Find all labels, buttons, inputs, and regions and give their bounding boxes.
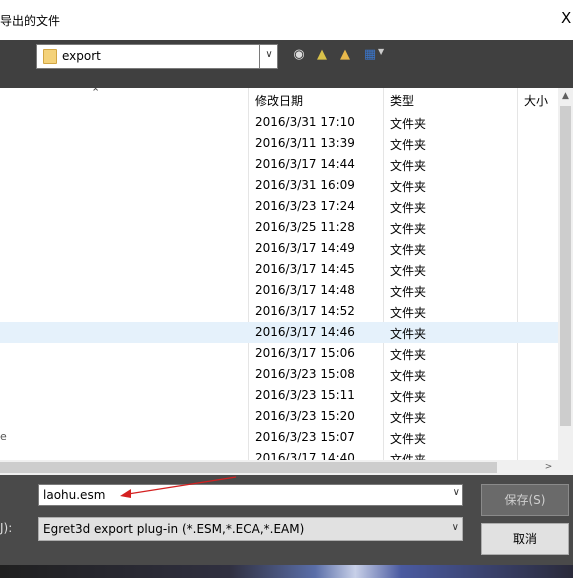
background-artwork bbox=[0, 565, 573, 578]
date-modified-cell: 2016/3/17 14:46 bbox=[255, 325, 355, 339]
view-dropdown-arrow-icon[interactable]: ▼ bbox=[378, 47, 384, 56]
list-item[interactable]: 2016/3/31 16:09 文件夹 bbox=[0, 175, 558, 196]
close-icon[interactable]: X bbox=[561, 10, 573, 26]
chevron-down-icon[interactable]: ∨ bbox=[262, 49, 276, 60]
truncated-name-fragment: e bbox=[0, 430, 7, 443]
date-modified-cell: 2016/3/17 14:49 bbox=[255, 241, 355, 255]
list-item[interactable]: 2016/3/31 17:10 文件夹 bbox=[0, 112, 558, 133]
type-cell: 文件夹 bbox=[390, 369, 427, 383]
date-modified-cell: 2016/3/25 11:28 bbox=[255, 220, 355, 234]
file-list[interactable]: ⌃ 修改日期 类型 大小 2016/3/31 17:10 文件夹 2016/3/11… bbox=[0, 88, 558, 460]
folder-icon bbox=[43, 49, 57, 64]
dialog-title: 导出的文件 bbox=[0, 14, 61, 28]
date-modified-cell: 2016/3/17 14:44 bbox=[255, 157, 355, 171]
cancel-button[interactable]: 取消 bbox=[481, 523, 569, 555]
type-cell: 文件夹 bbox=[390, 285, 427, 299]
save-in-value: export bbox=[62, 49, 101, 63]
scroll-right-icon[interactable]: > bbox=[541, 460, 556, 475]
list-item[interactable]: 2016/3/17 14:44 文件夹 bbox=[0, 154, 558, 175]
filename-input[interactable]: laohu.esm ∨ bbox=[38, 484, 463, 506]
date-modified-cell: 2016/3/11 13:39 bbox=[255, 136, 355, 150]
save-file-dialog: 导出的文件 X export ∨ ◉ ▲ ▲ ▦ ▼ ⌃ 修改日期 类型 大小 … bbox=[0, 0, 573, 578]
date-modified-cell: 2016/3/17 14:48 bbox=[255, 283, 355, 297]
date-modified-cell: 2016/3/17 14:45 bbox=[255, 262, 355, 276]
list-item[interactable]: 2016/3/17 14:52 文件夹 bbox=[0, 301, 558, 322]
new-folder-icon[interactable]: ▲ bbox=[337, 47, 353, 63]
chevron-down-icon[interactable]: ∨ bbox=[453, 487, 460, 498]
list-item[interactable]: 2016/3/23 15:20 文件夹 bbox=[0, 406, 558, 427]
scroll-thumb[interactable] bbox=[560, 106, 571, 426]
filename-value: laohu.esm bbox=[43, 488, 106, 502]
date-modified-cell: 2016/3/17 14:52 bbox=[255, 304, 355, 318]
type-cell: 文件夹 bbox=[390, 390, 427, 404]
save-in-combo[interactable]: export ∨ bbox=[36, 44, 278, 69]
file-type-select[interactable]: Egret3d export plug-in (*.ESM,*.ECA,*.EA… bbox=[38, 517, 463, 541]
list-item[interactable]: 2016/3/17 14:48 文件夹 bbox=[0, 280, 558, 301]
file-type-label: J): bbox=[0, 521, 13, 535]
list-item[interactable]: 2016/3/17 14:46 文件夹 bbox=[0, 322, 558, 343]
date-modified-cell: 2016/3/23 17:24 bbox=[255, 199, 355, 213]
list-item[interactable]: 2016/3/17 14:40 文件夹 bbox=[0, 448, 558, 460]
type-cell: 文件夹 bbox=[390, 348, 427, 362]
annotation-arrow bbox=[120, 476, 237, 498]
list-item[interactable]: 2016/3/11 13:39 文件夹 bbox=[0, 133, 558, 154]
save-button[interactable]: 保存(S) bbox=[481, 484, 569, 516]
type-cell: 文件夹 bbox=[390, 243, 427, 257]
file-type-value: Egret3d export plug-in (*.ESM,*.ECA,*.EA… bbox=[43, 522, 305, 536]
type-cell: 文件夹 bbox=[390, 327, 427, 341]
scroll-corner bbox=[558, 460, 573, 475]
chevron-down-icon[interactable]: ∨ bbox=[452, 522, 459, 533]
type-cell: 文件夹 bbox=[390, 159, 427, 173]
list-item[interactable]: 2016/3/23 15:07 文件夹 bbox=[0, 427, 558, 448]
list-item[interactable]: 2016/3/17 15:06 文件夹 bbox=[0, 343, 558, 364]
date-modified-cell: 2016/3/23 15:20 bbox=[255, 409, 355, 423]
type-cell: 文件夹 bbox=[390, 432, 427, 446]
date-modified-cell: 2016/3/31 17:10 bbox=[255, 115, 355, 129]
list-header: ⌃ 修改日期 类型 大小 bbox=[0, 88, 558, 112]
date-modified-cell: 2016/3/17 14:40 bbox=[255, 451, 355, 460]
column-date-modified[interactable]: 修改日期 bbox=[255, 92, 303, 109]
list-item[interactable]: 2016/3/17 14:45 文件夹 bbox=[0, 259, 558, 280]
list-item[interactable]: 2016/3/17 14:49 文件夹 bbox=[0, 238, 558, 259]
list-item[interactable]: 2016/3/23 17:24 文件夹 bbox=[0, 196, 558, 217]
date-modified-cell: 2016/3/23 15:08 bbox=[255, 367, 355, 381]
type-cell: 文件夹 bbox=[390, 411, 427, 425]
type-cell: 文件夹 bbox=[390, 180, 427, 194]
date-modified-cell: 2016/3/17 15:06 bbox=[255, 346, 355, 360]
type-cell: 文件夹 bbox=[390, 264, 427, 278]
back-icon[interactable]: ◉ bbox=[291, 47, 307, 63]
combo-divider bbox=[259, 45, 260, 68]
sort-ascending-icon: ⌃ bbox=[91, 88, 101, 99]
column-type[interactable]: 类型 bbox=[390, 92, 414, 109]
type-cell: 文件夹 bbox=[390, 138, 427, 152]
list-item[interactable]: 2016/3/25 11:28 文件夹 bbox=[0, 217, 558, 238]
type-cell: 文件夹 bbox=[390, 306, 427, 320]
vertical-scrollbar[interactable]: ▲ bbox=[558, 88, 573, 460]
horizontal-scrollbar[interactable]: > bbox=[0, 460, 558, 475]
list-item[interactable]: 2016/3/23 15:11 文件夹 bbox=[0, 385, 558, 406]
date-modified-cell: 2016/3/23 15:11 bbox=[255, 388, 355, 402]
date-modified-cell: 2016/3/31 16:09 bbox=[255, 178, 355, 192]
date-modified-cell: 2016/3/23 15:07 bbox=[255, 430, 355, 444]
type-cell: 文件夹 bbox=[390, 453, 427, 460]
title-bar: 导出的文件 X bbox=[0, 0, 573, 40]
up-folder-icon[interactable]: ▲ bbox=[314, 47, 330, 63]
scroll-thumb[interactable] bbox=[0, 462, 497, 473]
scroll-up-icon[interactable]: ▲ bbox=[558, 88, 573, 105]
type-cell: 文件夹 bbox=[390, 201, 427, 215]
column-size[interactable]: 大小 bbox=[524, 92, 548, 109]
view-menu-icon[interactable]: ▦ bbox=[362, 47, 378, 63]
type-cell: 文件夹 bbox=[390, 222, 427, 236]
type-cell: 文件夹 bbox=[390, 117, 427, 131]
list-item[interactable]: 2016/3/23 15:08 文件夹 bbox=[0, 364, 558, 385]
